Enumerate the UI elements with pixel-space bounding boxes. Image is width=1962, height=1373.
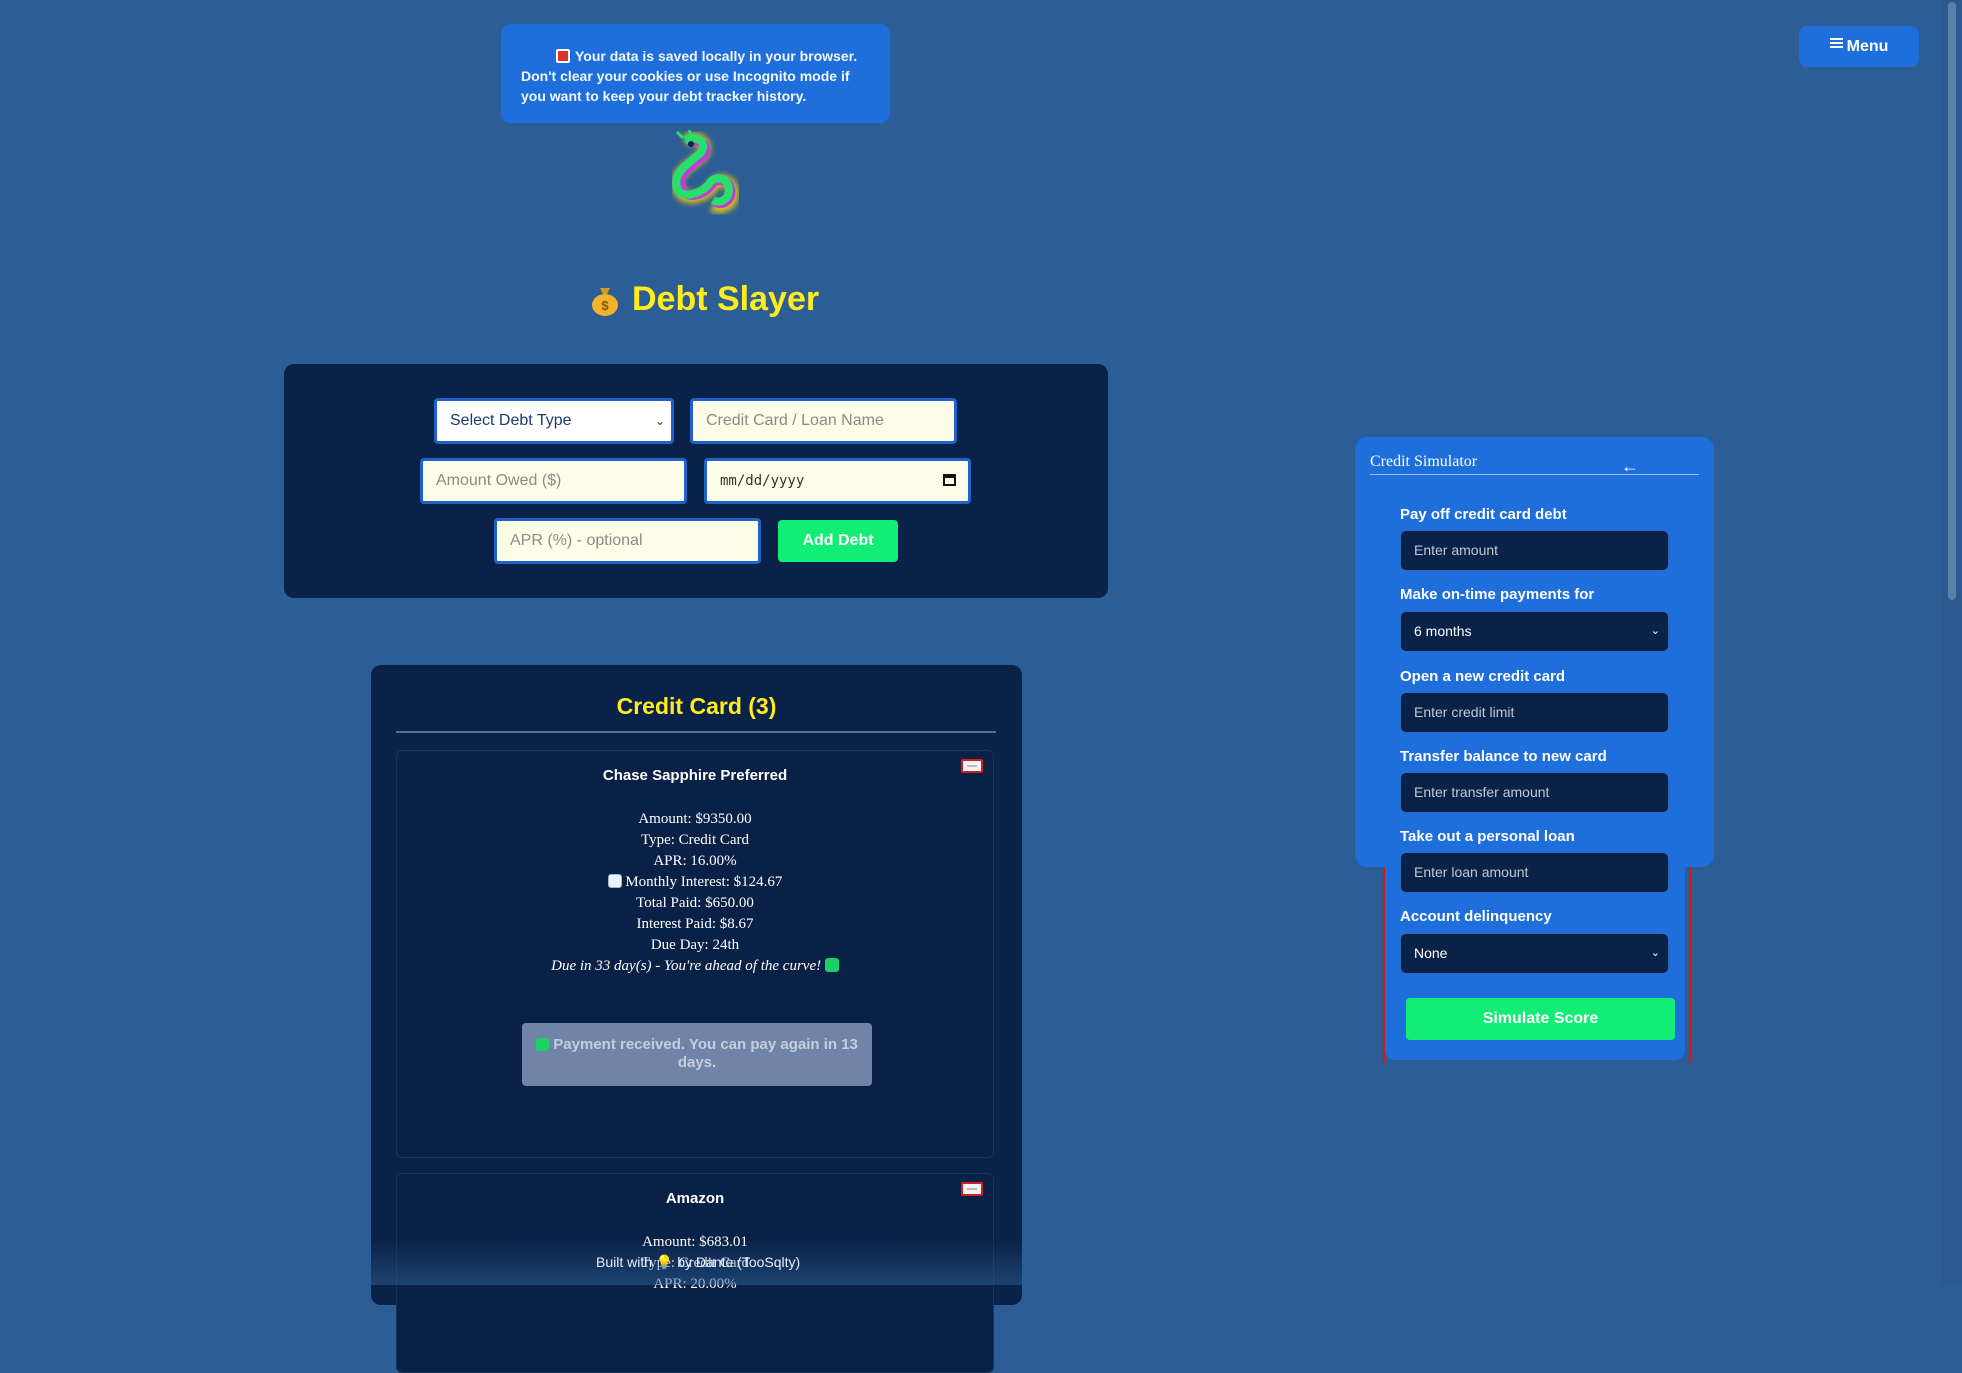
money-bag-icon: $	[592, 288, 618, 316]
transfer-amount-input[interactable]: Enter transfer amount	[1400, 772, 1669, 813]
payment-status-text: Payment received. You can pay again in 1…	[553, 1036, 858, 1071]
local-storage-notice: Your data is saved locally in your brows…	[501, 24, 890, 123]
chevron-down-icon: ⌄	[1650, 625, 1660, 637]
apr-input[interactable]: APR (%) - optional	[494, 518, 761, 564]
chevron-down-icon: ⌄	[654, 414, 665, 428]
debt-name-input[interactable]: Credit Card / Loan Name	[690, 398, 957, 444]
card-name: Amazon	[665, 1190, 725, 1207]
page-scrollbar[interactable]	[1942, 0, 1962, 1285]
sim-label-payoff: Pay off credit card debt	[1400, 506, 1567, 523]
footer-credit: Built with 💡 by Dante (TooSqlty)	[596, 1254, 801, 1270]
back-arrow-icon[interactable]: ←	[1621, 456, 1639, 477]
card-interest-paid: Interest Paid: $8.67	[636, 916, 754, 932]
add-debt-button[interactable]: Add Debt	[778, 520, 898, 562]
payment-status-button[interactable]: Payment received. You can pay again in 1…	[522, 1023, 872, 1086]
menu-label: Menu	[1846, 38, 1889, 55]
card-due-day: Due Day: 24th	[650, 937, 740, 953]
check-mark-icon	[824, 958, 839, 972]
card-name: Chase Sapphire Preferred	[602, 767, 788, 784]
card-due-status: Due in 33 day(s) - You're ahead of the c…	[551, 958, 822, 974]
chevron-down-icon: ⌄	[1650, 947, 1660, 959]
ontime-months-value: 6 months	[1414, 623, 1472, 639]
card-amount: Amount: $9350.00	[638, 811, 752, 827]
debt-card: Chase Sapphire Preferred Amount: $9350.0…	[396, 750, 994, 1158]
payoff-amount-input[interactable]: Enter amount	[1400, 530, 1669, 571]
simulate-score-button[interactable]: Simulate Score	[1406, 998, 1675, 1040]
menu-button[interactable]: Menu	[1799, 26, 1919, 67]
ontime-months-select[interactable]: 6 months ⌄	[1400, 611, 1669, 652]
dragon-logo-icon	[671, 130, 740, 214]
notice-text: Your data is saved locally in your brows…	[521, 48, 858, 104]
sim-label-delinquency: Account delinquency	[1400, 908, 1552, 925]
calendar-icon[interactable]	[943, 474, 956, 486]
card-monthly-interest: Monthly Interest: $124.67	[625, 874, 783, 890]
card-due-status-row: Due in 33 day(s) - You're ahead of the c…	[397, 956, 993, 977]
card-details: Amount: $9350.00 Type: Credit Card APR: …	[397, 809, 993, 977]
simulator-title: Credit Simulator	[1370, 453, 1478, 470]
divider	[396, 731, 996, 733]
credit-limit-input[interactable]: Enter credit limit	[1400, 692, 1669, 733]
delinquency-select[interactable]: None ⌄	[1400, 933, 1669, 974]
sim-label-ontime: Make on-time payments for	[1400, 586, 1595, 603]
group-title: Credit Card (3)	[616, 693, 777, 719]
due-date-input[interactable]: mm/dd/yyyy	[704, 458, 971, 504]
card-total-paid: Total Paid: $650.00	[636, 895, 754, 911]
chart-increasing-icon	[607, 874, 622, 888]
loan-amount-input[interactable]: Enter loan amount	[1400, 852, 1669, 893]
svg-text:$: $	[601, 298, 609, 313]
hamburger-icon	[1829, 36, 1843, 50]
app-title-text: Debt Slayer	[632, 280, 820, 318]
sim-label-new-card: Open a new credit card	[1400, 668, 1566, 685]
delinquency-value: None	[1414, 945, 1448, 961]
debt-type-select[interactable]: Select Debt Type ⌄	[434, 398, 674, 444]
simulator-header: Credit Simulator ←	[1370, 453, 1699, 477]
page-title: $ Debt Slayer	[590, 277, 819, 321]
amount-owed-input[interactable]: Amount Owed ($)	[420, 458, 687, 504]
sim-label-loan: Take out a personal loan	[1400, 828, 1575, 845]
date-placeholder: mm/dd/yyyy	[720, 473, 805, 489]
card-type: Type: Credit Card	[640, 832, 750, 848]
card-apr: APR: 16.00%	[653, 853, 737, 869]
floppy-disk-icon	[556, 49, 570, 63]
sim-label-transfer: Transfer balance to new card	[1400, 748, 1607, 765]
card-monthly-interest-row: Monthly Interest: $124.67	[397, 872, 993, 893]
check-mark-icon	[536, 1038, 550, 1051]
debt-list-panel: Credit Card (3) Chase Sapphire Preferred…	[371, 665, 1022, 1373]
debt-type-value: Select Debt Type	[450, 412, 572, 429]
scrollbar-thumb[interactable]	[1948, 2, 1956, 600]
